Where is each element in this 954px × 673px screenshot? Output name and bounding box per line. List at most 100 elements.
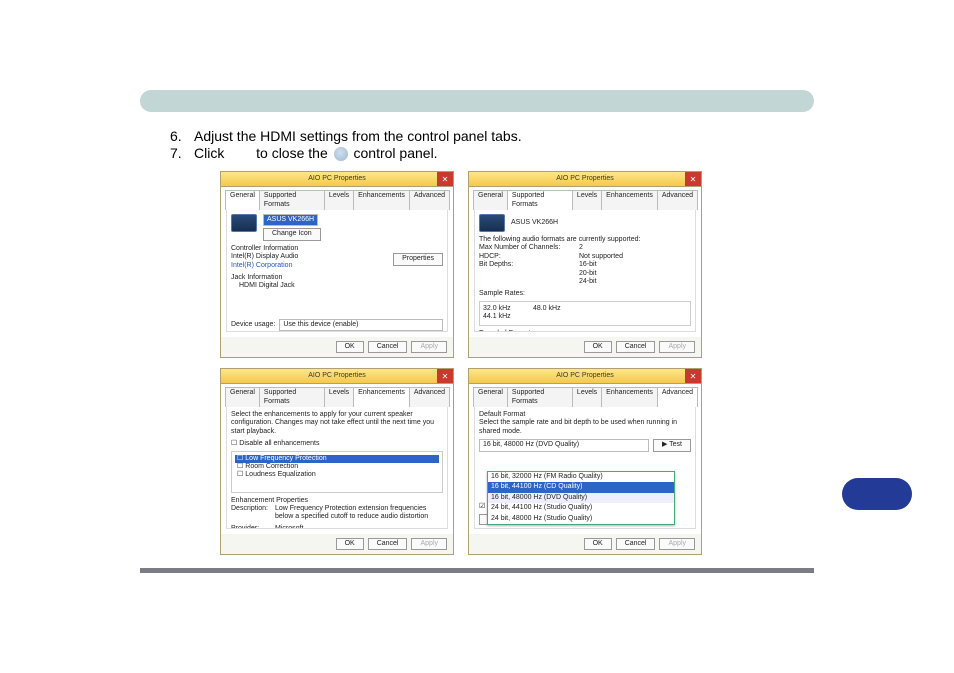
desc-label: Description: [231,505,275,522]
ok-button[interactable]: OK [584,538,612,550]
tab-supported[interactable]: Supported Formats [507,190,573,210]
supported-intro: The following audio formats are currentl… [479,236,691,244]
footer-rule [140,568,814,573]
max-channels-label: Max Number of Channels: [479,244,579,252]
format-select[interactable]: 16 bit, 48000 Hz (DVD Quality) [479,439,649,451]
tab-strip: General Supported Formats Levels Enhance… [221,384,453,407]
close-icon: ✕ [690,175,697,185]
tab-supported[interactable]: Supported Formats [259,387,325,407]
close-icon: ✕ [442,372,449,382]
tab-general[interactable]: General [473,387,508,407]
tab-general[interactable]: General [473,190,508,210]
tab-general[interactable]: General [225,387,260,407]
tab-advanced[interactable]: Advanced [409,190,450,210]
dialog-supported: AIO PC Properties ✕ General Supported Fo… [468,171,702,358]
cancel-button[interactable]: Cancel [368,341,408,353]
tab-enhancements[interactable]: Enhancements [601,387,658,407]
close-button[interactable]: ✕ [437,369,453,383]
apply-button[interactable]: Apply [659,538,695,550]
test-button[interactable]: ▶ Test [653,439,691,451]
change-icon-button[interactable]: Change Icon [263,228,321,240]
provider-value: Microsoft [275,525,303,529]
max-channels-value: 2 [579,244,583,252]
controller-header: Controller Information [231,245,443,253]
step-text: Click to close the control panel. [194,145,438,161]
dialog-title: AIO PC Properties [308,175,366,183]
sample-rates-header: Sample Rates: [479,290,691,298]
tab-strip: General Supported Formats Levels Enhance… [469,384,701,407]
tab-supported[interactable]: Supported Formats [507,387,573,407]
ok-button[interactable]: OK [584,341,612,353]
ok-button[interactable]: OK [336,538,364,550]
dialog-enhancements: AIO PC Properties ✕ General Supported Fo… [220,368,454,555]
controller-line: Intel(R) Display Audio [231,253,298,261]
dialog-title: AIO PC Properties [556,372,614,380]
tab-enhancements[interactable]: Enhancements [353,190,410,210]
section-header-bar [140,90,814,112]
tab-levels[interactable]: Levels [324,387,354,407]
tab-advanced[interactable]: Advanced [409,387,450,407]
tab-general[interactable]: General [225,190,260,210]
format-option[interactable]: 24 bit, 48000 Hz (Studio Quality) [488,514,674,524]
device-usage-select[interactable]: Use this device (enable) [279,319,443,331]
tab-advanced[interactable]: Advanced [657,190,698,210]
close-button[interactable]: ✕ [685,172,701,186]
step-6: 6. Adjust the HDMI settings from the con… [170,128,904,144]
cancel-button[interactable]: Cancel [616,538,656,550]
properties-button[interactable]: Properties [393,253,443,265]
format-option[interactable]: 16 bit, 48000 Hz (DVD Quality) [488,493,674,503]
format-dropdown-list: 16 bit, 32000 Hz (FM Radio Quality) 16 b… [487,471,675,525]
tab-strip: General Supported Formats Levels Enhance… [221,187,453,210]
titlebar: AIO PC Properties ✕ [469,369,701,384]
page-badge [842,478,912,510]
close-icon: ✕ [690,372,697,382]
close-button[interactable]: ✕ [437,172,453,186]
default-format-intro: Select the sample rate and bit depth to … [479,419,691,436]
format-option[interactable]: 16 bit, 32000 Hz (FM Radio Quality) [488,472,674,482]
tab-advanced[interactable]: Advanced [657,387,698,407]
tab-levels[interactable]: Levels [324,190,354,210]
device-name-field[interactable]: ASUS VK266H [263,214,318,226]
enhancements-list: Low Frequency Protection Room Correction… [231,451,443,493]
screenshot-grid: AIO PC Properties ✕ General Supported Fo… [220,171,904,555]
cancel-button[interactable]: Cancel [616,341,656,353]
disable-all-checkbox[interactable]: Disable all enhancements [231,440,443,448]
dialog-advanced: AIO PC Properties ✕ General Supported Fo… [468,368,702,555]
encoded-header: Encoded Formats: [479,330,691,332]
titlebar: AIO PC Properties ✕ [221,172,453,187]
close-button[interactable]: ✕ [685,369,701,383]
tab-supported[interactable]: Supported Formats [259,190,325,210]
apply-button[interactable]: Apply [659,341,695,353]
cancel-button[interactable]: Cancel [368,538,408,550]
step-number: 7. [170,145,194,161]
close-icon: ✕ [442,175,449,185]
apply-button[interactable]: Apply [411,341,447,353]
list-item[interactable]: Loudness Equalization [235,471,439,479]
bitdepth-label: Bit Depths: [479,261,579,286]
tab-enhancements[interactable]: Enhancements [601,190,658,210]
controller-vendor: Intel(R) Corporation [231,262,298,270]
format-option[interactable]: 16 bit, 44100 Hz (CD Quality) [488,482,674,492]
step-number: 6. [170,128,194,144]
jack-header: Jack Information [231,274,443,282]
monitor-icon [479,214,505,232]
tab-enhancements[interactable]: Enhancements [353,387,410,407]
enh-intro: Select the enhancements to apply for you… [231,411,443,436]
step-7: 7. Click to close the control panel. [170,145,904,161]
jack-value: HDMI Digital Jack [239,282,443,290]
bitdepth-values: 16-bit20-bit24-bit [579,261,597,286]
step-text: Adjust the HDMI settings from the contro… [194,128,522,144]
enh-props-header: Enhancement Properties [231,497,443,505]
sound-icon [334,147,348,161]
provider-label: Provider: [231,525,275,529]
hdcp-label: HDCP: [479,253,579,261]
apply-button[interactable]: Apply [411,538,447,550]
tab-levels[interactable]: Levels [572,387,602,407]
ok-button[interactable]: OK [336,341,364,353]
tab-levels[interactable]: Levels [572,190,602,210]
device-usage-label: Device usage: [231,321,275,329]
dialog-title: AIO PC Properties [556,175,614,183]
dialog-general: AIO PC Properties ✕ General Supported Fo… [220,171,454,358]
format-option[interactable]: 24 bit, 44100 Hz (Studio Quality) [488,503,674,513]
list-item[interactable]: Low Frequency Protection [235,455,439,463]
